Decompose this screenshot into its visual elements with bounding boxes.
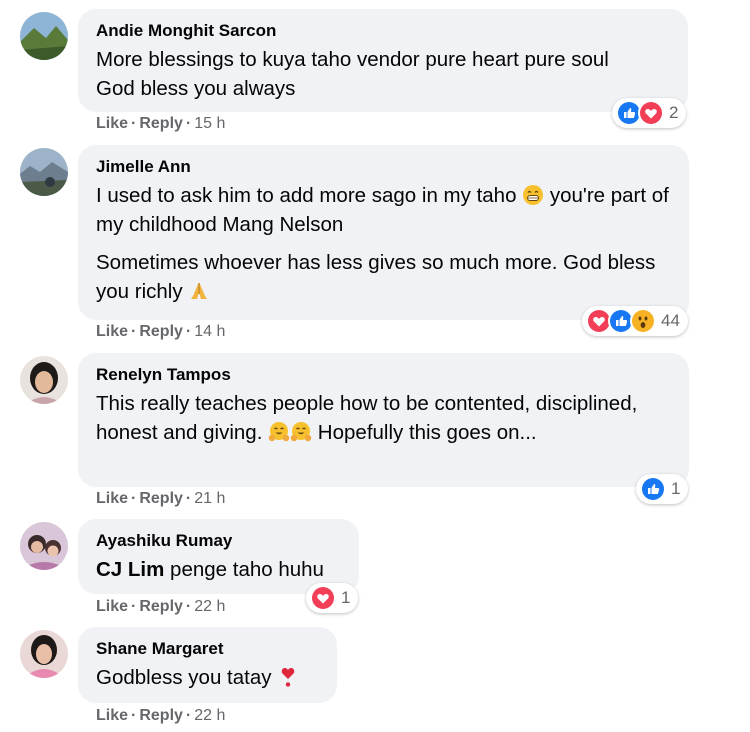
reaction-count: 1: [341, 588, 351, 607]
comment-paragraph: More blessings to kuya taho vendor pure …: [96, 48, 609, 71]
separator: ·: [185, 707, 192, 724]
comment-actions: Like · Reply · 14 h: [96, 323, 225, 341]
reactions-summary[interactable]: 1: [636, 474, 689, 504]
like-button[interactable]: Like: [96, 707, 128, 724]
reactions-summary[interactable]: 2: [612, 98, 687, 128]
reply-button[interactable]: Reply: [139, 323, 183, 340]
reactions-summary[interactable]: 1: [306, 583, 359, 613]
comment-text: CJ Lim penge taho huhu: [96, 555, 341, 584]
heart-exclamation-emoji-icon: [277, 666, 299, 688]
love-icon: [638, 100, 664, 126]
comment-text-part: Godbless you tatay: [96, 666, 278, 689]
comment-bubble: Andie Monghit Sarcon More blessings to k…: [78, 9, 688, 112]
reply-button[interactable]: Reply: [139, 115, 183, 132]
avatar[interactable]: [20, 12, 68, 60]
comment-text: I used to ask him to add more sago in my…: [96, 181, 671, 306]
comment-text: More blessings to kuya taho vendor pure …: [96, 45, 670, 103]
comment-paragraph: This really teaches people how to be con…: [96, 389, 671, 447]
comment-text-part: penge taho huhu: [164, 558, 324, 581]
reaction-count: 2: [669, 103, 679, 122]
love-icon: [310, 585, 336, 611]
comment-timestamp[interactable]: 22 h: [194, 598, 225, 615]
reply-button[interactable]: Reply: [139, 490, 183, 507]
separator: ·: [185, 598, 192, 615]
reply-button[interactable]: Reply: [139, 598, 183, 615]
comment-paragraph: God bless you always: [96, 77, 296, 100]
separator: ·: [185, 115, 192, 132]
avatar[interactable]: [20, 356, 68, 404]
separator: ·: [131, 490, 137, 507]
comment-author[interactable]: Ayashiku Rumay: [96, 531, 341, 551]
like-button[interactable]: Like: [96, 490, 128, 507]
comment-actions: Like · Reply · 22 h: [96, 598, 225, 616]
comment-bubble: Renelyn Tampos This really teaches peopl…: [78, 353, 689, 487]
comment-author[interactable]: Andie Monghit Sarcon: [96, 21, 670, 41]
comment-author[interactable]: Shane Margaret: [96, 639, 319, 659]
comment-timestamp[interactable]: 15 h: [194, 115, 225, 132]
comment-paragraph: CJ Lim penge taho huhu: [96, 555, 341, 584]
comment-author[interactable]: Jimelle Ann: [96, 157, 671, 177]
comment-text-part: Hopefully this goes on...: [312, 421, 537, 444]
comment-paragraph: I used to ask him to add more sago in my…: [96, 181, 671, 239]
separator: ·: [185, 490, 192, 507]
avatar[interactable]: [20, 148, 68, 196]
comment-text-part: Sometimes whoever has less gives so much…: [96, 251, 656, 303]
comment-text: Godbless you tatay: [96, 663, 319, 692]
reply-button[interactable]: Reply: [139, 707, 183, 724]
mention-link[interactable]: CJ Lim: [96, 558, 164, 581]
comment-paragraph: Sometimes whoever has less gives so much…: [96, 248, 671, 306]
like-icon: [640, 476, 666, 502]
comment-actions: Like · Reply · 22 h: [96, 707, 225, 725]
reaction-count: 1: [671, 479, 681, 498]
separator: ·: [185, 323, 192, 340]
reactions-summary[interactable]: 44: [582, 306, 688, 336]
separator: ·: [131, 598, 137, 615]
avatar[interactable]: [20, 630, 68, 678]
like-button[interactable]: Like: [96, 323, 128, 340]
comment-bubble: Shane Margaret Godbless you tatay: [78, 627, 337, 703]
folded-hands-emoji-icon: [188, 280, 210, 302]
reaction-count: 44: [661, 311, 680, 330]
comment-actions: Like · Reply · 21 h: [96, 490, 225, 508]
comment-timestamp[interactable]: 22 h: [194, 707, 225, 724]
comment-actions: Like · Reply · 15 h: [96, 115, 225, 133]
comment-paragraph: Godbless you tatay: [96, 663, 319, 692]
avatar[interactable]: [20, 522, 68, 570]
separator: ·: [131, 707, 137, 724]
like-button[interactable]: Like: [96, 598, 128, 615]
wow-icon: [630, 308, 656, 334]
like-button[interactable]: Like: [96, 115, 128, 132]
hugging-face-emoji-icon: [268, 421, 290, 443]
grin-emoji-icon: [522, 184, 544, 206]
comment-bubble: Jimelle Ann I used to ask him to add mor…: [78, 145, 689, 320]
comment-timestamp[interactable]: 14 h: [194, 323, 225, 340]
hugging-face-emoji-icon: [290, 421, 312, 443]
separator: ·: [131, 115, 137, 132]
separator: ·: [131, 323, 137, 340]
comment-text: This really teaches people how to be con…: [96, 389, 671, 447]
comment-author[interactable]: Renelyn Tampos: [96, 365, 671, 385]
comment-timestamp[interactable]: 21 h: [194, 490, 225, 507]
comment-text-part: I used to ask him to add more sago in my…: [96, 184, 523, 207]
